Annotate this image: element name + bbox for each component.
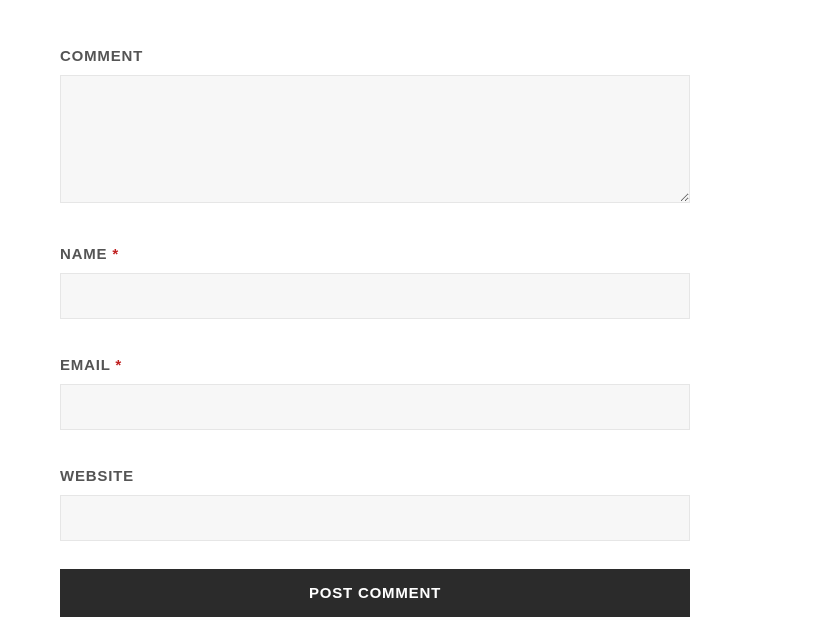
website-label-text: WEBSITE (60, 468, 134, 485)
website-input[interactable] (60, 495, 690, 541)
name-required-star: * (112, 246, 119, 263)
email-label: EMAIL * (60, 357, 690, 374)
email-field-group: EMAIL * (60, 357, 690, 430)
comment-textarea[interactable] (60, 75, 690, 203)
website-field-group: WEBSITE (60, 468, 690, 541)
name-label: NAME * (60, 246, 690, 263)
name-input[interactable] (60, 273, 690, 319)
comment-label: COMMENT (60, 48, 690, 65)
comment-field-group: COMMENT (60, 48, 690, 208)
name-label-text: NAME (60, 246, 112, 263)
email-input[interactable] (60, 384, 690, 430)
email-label-text: EMAIL (60, 357, 115, 374)
email-required-star: * (115, 357, 122, 374)
comment-form: COMMENT NAME * EMAIL * WEBSITE POST COMM… (60, 48, 690, 617)
website-label: WEBSITE (60, 468, 690, 485)
comment-label-text: COMMENT (60, 48, 143, 65)
name-field-group: NAME * (60, 246, 690, 319)
